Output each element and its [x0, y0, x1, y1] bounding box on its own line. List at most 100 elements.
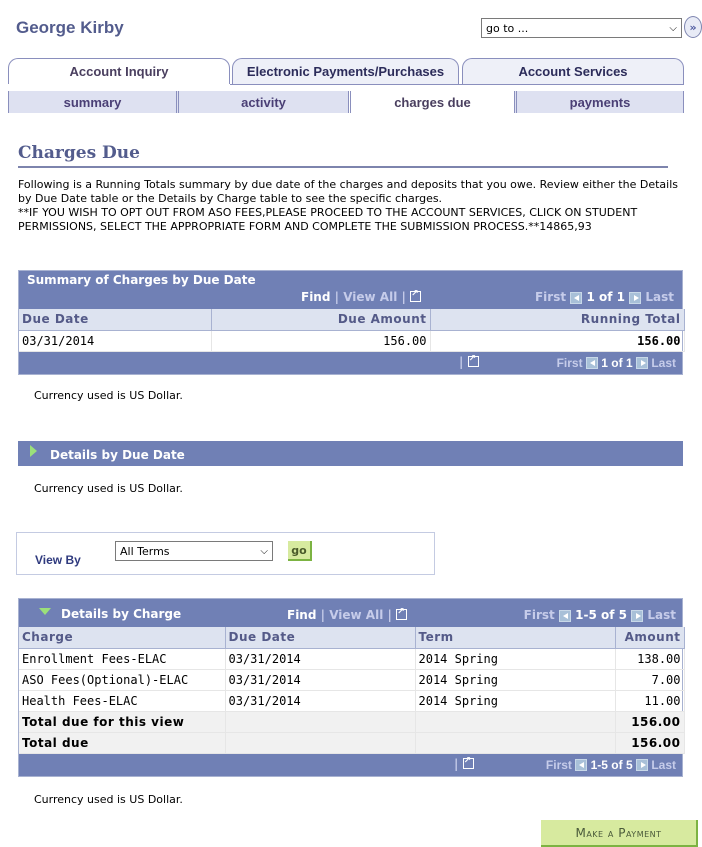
- currency-note: Currency used is US Dollar.: [34, 389, 183, 402]
- goto-button[interactable]: »: [684, 16, 702, 38]
- column-header-due-date: Due Date: [19, 309, 212, 331]
- due-amount-cell: 156.00: [211, 330, 431, 352]
- due-date-cell: 03/31/2014: [225, 669, 416, 691]
- view-all-link[interactable]: View All: [343, 290, 397, 304]
- charge-table: Charge Due Date Term Amount Enrollment F…: [19, 627, 685, 754]
- total-label: Total due: [19, 732, 226, 754]
- make-payment-button[interactable]: Make a Payment: [541, 820, 698, 847]
- amount-cell: 7.00: [615, 669, 685, 691]
- next-arrow-icon[interactable]: [635, 759, 648, 772]
- currency-note: Currency used is US Dollar.: [34, 793, 183, 806]
- collapse-arrow-icon[interactable]: [39, 608, 51, 615]
- charge-grid-header: Details by Charge Find | View All | Firs…: [19, 599, 682, 627]
- popout-icon[interactable]: [467, 354, 479, 367]
- currency-note: Currency used is US Dollar.: [34, 482, 183, 495]
- empty-cell: [415, 732, 616, 754]
- go-button[interactable]: go: [288, 541, 312, 561]
- first-link[interactable]: First: [524, 608, 555, 622]
- subtab-summary[interactable]: summary: [8, 91, 176, 113]
- first-link[interactable]: First: [546, 758, 572, 772]
- total-row: Total due 156.00: [19, 732, 685, 754]
- expand-arrow-icon[interactable]: [30, 445, 37, 457]
- amount-cell: 11.00: [615, 690, 685, 712]
- last-link[interactable]: Last: [651, 758, 676, 772]
- previous-arrow-icon[interactable]: [570, 291, 583, 304]
- find-link[interactable]: Find: [301, 290, 330, 304]
- view-by-select[interactable]: All Terms ⌵: [115, 541, 273, 561]
- running-total-cell: 156.00: [430, 330, 685, 352]
- charge-grid: Details by Charge Find | View All | Firs…: [18, 598, 685, 777]
- last-link[interactable]: Last: [651, 356, 676, 370]
- charge-cell: ASO Fees(Optional)-ELAC: [19, 669, 226, 691]
- view-by-label: View By: [35, 553, 81, 567]
- page-range: 1 of 1: [586, 290, 625, 304]
- separator: |: [454, 756, 459, 771]
- empty-cell: [415, 711, 616, 733]
- column-header-running-total: Running Total: [430, 309, 685, 331]
- charge-cell: Health Fees-ELAC: [19, 690, 226, 712]
- charge-cell: Enrollment Fees-ELAC: [19, 648, 226, 670]
- column-header-due-date: Due Date: [225, 627, 416, 649]
- last-link[interactable]: Last: [645, 290, 674, 304]
- previous-arrow-icon[interactable]: [585, 357, 598, 370]
- charge-grid-footer: | First 1-5 of 5 Last: [19, 753, 682, 776]
- amount-cell: 138.00: [615, 648, 685, 670]
- table-row: 03/31/2014 156.00 156.00: [19, 330, 685, 352]
- first-link[interactable]: First: [557, 356, 583, 370]
- double-chevron-right-icon: »: [689, 20, 697, 34]
- total-amount: 156.00: [615, 732, 685, 754]
- empty-cell: [225, 732, 416, 754]
- view-all-link[interactable]: View All: [329, 608, 383, 622]
- page-range: 1-5 of 5: [575, 608, 627, 622]
- subtab-payments[interactable]: payments: [514, 91, 683, 113]
- next-arrow-icon[interactable]: [629, 291, 642, 304]
- previous-arrow-icon[interactable]: [575, 759, 588, 772]
- next-arrow-icon[interactable]: [635, 357, 648, 370]
- summary-table: Due Date Due Amount Running Total 03/31/…: [19, 309, 685, 352]
- empty-cell: [225, 711, 416, 733]
- tab-account-inquiry[interactable]: Account Inquiry: [8, 58, 230, 84]
- last-link[interactable]: Last: [647, 608, 676, 622]
- summary-grid-title: Summary of Charges by Due Date: [27, 273, 256, 287]
- subtab-border: [683, 91, 684, 113]
- page-title: Charges Due: [18, 143, 140, 163]
- next-arrow-icon[interactable]: [631, 609, 644, 622]
- tab-divider: [230, 84, 684, 85]
- find-link[interactable]: Find: [287, 608, 316, 622]
- view-by-selected: All Terms: [120, 544, 170, 558]
- total-row: Total due for this view 156.00: [19, 711, 685, 733]
- tab-electronic-payments[interactable]: Electronic Payments/Purchases: [232, 58, 459, 84]
- summary-grid-footer: | First 1 of 1 Last: [19, 351, 682, 374]
- subtab-activity[interactable]: activity: [176, 91, 348, 113]
- popout-icon[interactable]: [410, 289, 422, 302]
- separator: |: [334, 290, 340, 304]
- separator: |: [387, 608, 392, 622]
- popout-icon[interactable]: [462, 756, 474, 769]
- opt-out-notice: **IF YOU WISH TO OPT OUT FROM ASO FEES,P…: [18, 206, 638, 233]
- due-date-cell: 03/31/2014: [19, 330, 212, 352]
- page-range: 1-5 of 5: [590, 757, 633, 772]
- term-cell: 2014 Spring: [415, 648, 616, 670]
- first-link[interactable]: First: [535, 290, 566, 304]
- popout-icon[interactable]: [396, 607, 408, 620]
- title-rule: [18, 166, 668, 168]
- column-header-term: Term: [415, 627, 616, 649]
- column-header-due-amount: Due Amount: [211, 309, 431, 331]
- separator: |: [401, 290, 406, 304]
- view-by-panel: View By All Terms ⌵ go: [16, 532, 435, 575]
- details-by-due-date-header[interactable]: Details by Due Date: [18, 441, 683, 466]
- separator: |: [320, 608, 326, 622]
- column-header-amount: Amount: [615, 627, 685, 649]
- intro-text: Following is a Running Totals summary by…: [18, 178, 688, 234]
- previous-arrow-icon[interactable]: [558, 609, 571, 622]
- charge-grid-title[interactable]: Details by Charge: [61, 607, 181, 621]
- term-cell: 2014 Spring: [415, 690, 616, 712]
- tab-account-services[interactable]: Account Services: [462, 58, 684, 84]
- goto-select[interactable]: go to ... ⌵: [481, 18, 682, 38]
- separator: |: [459, 354, 464, 369]
- user-name: George Kirby: [16, 18, 124, 37]
- summary-grid: Summary of Charges by Due Date Find | Vi…: [18, 270, 685, 375]
- details-by-due-date-title[interactable]: Details by Due Date: [50, 448, 185, 462]
- table-row: Health Fees-ELAC 03/31/2014 2014 Spring …: [19, 690, 685, 712]
- subtab-charges-due[interactable]: charges due: [348, 91, 514, 113]
